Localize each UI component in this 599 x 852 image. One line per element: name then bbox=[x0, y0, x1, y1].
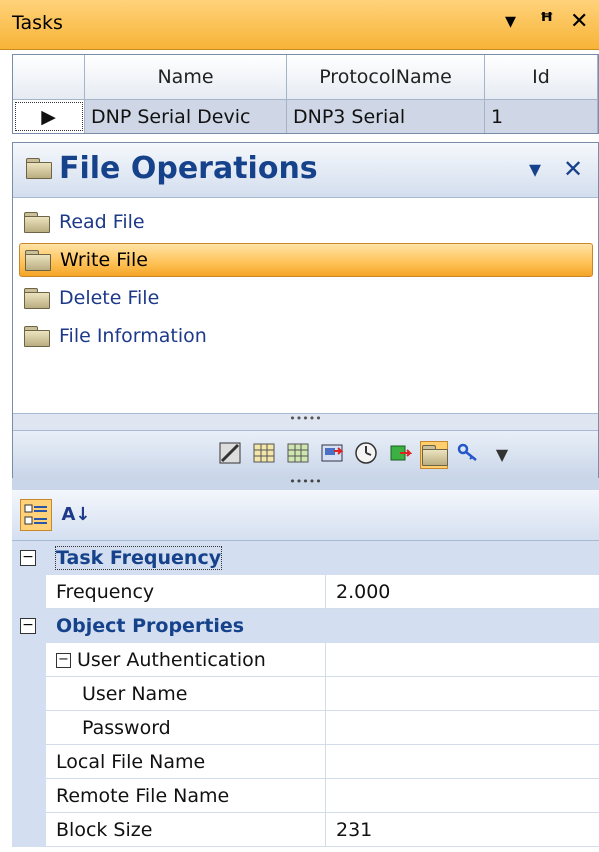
file-op-item-delete-file[interactable]: Delete File bbox=[19, 281, 593, 315]
category-object-properties[interactable]: − Object Properties bbox=[12, 609, 599, 643]
row-header-column bbox=[13, 55, 85, 100]
column-header-protocol-name[interactable]: ProtocolName bbox=[287, 55, 485, 100]
tasks-title-bar: Tasks ▾ ꟸ ✕ bbox=[0, 0, 599, 50]
folder-glyph bbox=[421, 444, 449, 466]
folder-icon bbox=[23, 287, 51, 309]
row-gutter bbox=[12, 745, 46, 779]
row-gutter bbox=[12, 711, 46, 745]
category-label: Object Properties bbox=[56, 615, 245, 637]
folder-icon bbox=[25, 157, 53, 179]
property-grid-toolbar: A↓ bbox=[12, 490, 599, 541]
folder-icon bbox=[23, 325, 51, 347]
chevron-down-icon[interactable]: ▼ bbox=[488, 441, 516, 469]
category-task-frequency[interactable]: − Task Frequency bbox=[12, 541, 599, 575]
row-gutter bbox=[12, 643, 46, 677]
file-op-item-file-information[interactable]: File Information bbox=[19, 319, 593, 353]
file-operations-toolbar: ▼ bbox=[13, 431, 598, 479]
property-user-name[interactable]: User Name bbox=[12, 677, 599, 711]
table-icon[interactable] bbox=[250, 441, 278, 469]
column-header-id[interactable]: Id bbox=[485, 55, 598, 100]
collapse-icon[interactable]: − bbox=[20, 550, 36, 566]
clock-icon[interactable] bbox=[352, 441, 380, 469]
window-menu-dropdown-icon[interactable]: ▾ bbox=[505, 9, 516, 34]
move-icon[interactable] bbox=[386, 441, 414, 469]
property-name-container: − User Authentication bbox=[46, 643, 326, 677]
cell-id[interactable]: 1 bbox=[485, 100, 598, 133]
row-gutter bbox=[12, 677, 46, 711]
pin-icon[interactable]: ꟸ bbox=[540, 9, 554, 34]
property-name: User Name bbox=[46, 677, 326, 711]
categorized-icon[interactable] bbox=[20, 499, 52, 531]
property-name: Local File Name bbox=[46, 745, 326, 779]
close-icon[interactable]: ✕ bbox=[563, 155, 583, 183]
table-green-icon[interactable] bbox=[284, 441, 312, 469]
file-op-item-label: Write File bbox=[60, 249, 148, 271]
cell-protocol-name[interactable]: DNP3 Serial bbox=[287, 100, 485, 133]
row-gutter bbox=[12, 779, 46, 813]
collapse-icon[interactable]: − bbox=[20, 618, 36, 634]
edit-icon[interactable] bbox=[216, 441, 244, 469]
property-value[interactable] bbox=[326, 745, 599, 779]
category-band: Task Frequency bbox=[46, 541, 599, 575]
property-local-file-name[interactable]: Local File Name bbox=[12, 745, 599, 779]
file-op-item-label: Delete File bbox=[59, 287, 160, 309]
folder-icon bbox=[24, 249, 52, 271]
panel-splitter[interactable]: ••••• bbox=[13, 413, 598, 431]
row-gutter bbox=[12, 575, 46, 609]
folder-icon[interactable] bbox=[420, 441, 448, 469]
property-user-authentication[interactable]: − User Authentication bbox=[12, 643, 599, 677]
property-grid: − Task Frequency Frequency 2.000 − Objec… bbox=[12, 541, 599, 852]
property-value[interactable] bbox=[326, 643, 599, 677]
row-gutter bbox=[12, 813, 46, 847]
panel-title: Tasks bbox=[12, 12, 63, 34]
cell-name[interactable]: DNP Serial Devic bbox=[85, 100, 287, 133]
property-name: Password bbox=[46, 711, 326, 745]
file-op-item-label: File Information bbox=[59, 325, 207, 347]
transfer-icon[interactable] bbox=[318, 441, 346, 469]
file-op-item-read-file[interactable]: Read File bbox=[19, 205, 593, 239]
property-value[interactable] bbox=[326, 711, 599, 745]
property-block-size[interactable]: Block Size 231 bbox=[12, 813, 599, 847]
row-selector-indicator[interactable]: ▶ bbox=[13, 100, 85, 133]
category-label: Task Frequency bbox=[54, 546, 223, 570]
property-name: Frequency bbox=[46, 575, 326, 609]
tasks-grid: Name ProtocolName Id ▶ DNP Serial Devic … bbox=[12, 54, 599, 134]
property-frequency[interactable]: Frequency 2.000 bbox=[12, 575, 599, 609]
property-value[interactable] bbox=[326, 779, 599, 813]
property-password[interactable]: Password bbox=[12, 711, 599, 745]
property-remote-file-name[interactable]: Remote File Name bbox=[12, 779, 599, 813]
file-op-item-label: Read File bbox=[59, 211, 145, 233]
file-operations-header: File Operations ▾ ✕ bbox=[13, 143, 598, 198]
sort-az-icon[interactable]: A↓ bbox=[60, 499, 92, 531]
category-band: Object Properties bbox=[46, 609, 599, 643]
close-icon[interactable]: ✕ bbox=[570, 9, 588, 34]
file-op-item-write-file[interactable]: Write File bbox=[19, 243, 593, 277]
key-icon[interactable] bbox=[454, 441, 482, 469]
file-operations-title: File Operations bbox=[59, 151, 318, 186]
property-value[interactable] bbox=[326, 677, 599, 711]
panel-options-icon[interactable]: ▾ bbox=[529, 155, 541, 183]
property-value[interactable]: 2.000 bbox=[326, 575, 599, 609]
column-header-name[interactable]: Name bbox=[85, 55, 287, 100]
panel-splitter[interactable]: ••••• bbox=[12, 476, 599, 490]
property-name: Remote File Name bbox=[46, 779, 326, 813]
folder-icon bbox=[23, 211, 51, 233]
property-name: Block Size bbox=[46, 813, 326, 847]
collapse-icon[interactable]: − bbox=[56, 652, 71, 668]
property-value[interactable]: 231 bbox=[326, 813, 599, 847]
file-operations-panel: File Operations ▾ ✕ Read File Write File… bbox=[12, 142, 599, 480]
property-name: User Authentication bbox=[77, 649, 266, 671]
